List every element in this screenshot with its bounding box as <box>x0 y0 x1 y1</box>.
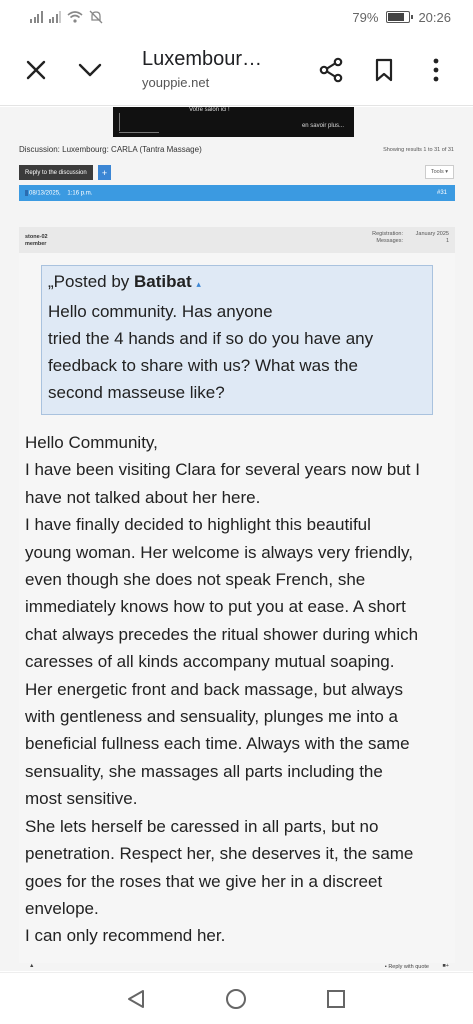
home-circle-icon[interactable] <box>222 985 250 1013</box>
multi-quote-icon[interactable]: ■+ <box>442 963 449 969</box>
quote-prefix: Posted by <box>53 272 130 291</box>
message-line: I have been visiting Clara for several y… <box>25 460 420 480</box>
report-warning-icon[interactable]: ▲ <box>29 963 34 969</box>
quote-line: Hello community. Has anyone <box>48 302 273 321</box>
messages-value: 1 <box>445 238 449 244</box>
post-spacer <box>19 201 455 227</box>
view-post-arrow-icon[interactable]: ▴ <box>196 279 201 289</box>
status-bar: 79% 20:26 <box>0 0 473 34</box>
quote-bubble-icon: ▪ <box>384 964 387 970</box>
quote-line: second masseuse like? <box>48 383 225 402</box>
quote-line: feedback to share with us? What was the <box>48 356 358 375</box>
quote-text: Hello community. Has anyone tried the 4 … <box>48 298 432 406</box>
page-title: Luxembour… <box>142 48 263 70</box>
recents-square-icon[interactable] <box>322 985 350 1013</box>
message-line: most sensitive. <box>25 789 138 809</box>
chevron-down-icon[interactable] <box>72 52 108 88</box>
message-line: I have finally decided to highlight this… <box>25 515 371 535</box>
message-line: even though she does not speak French, s… <box>25 570 366 590</box>
message-line: goes for the roses that we give her in a… <box>25 871 383 891</box>
battery-percent: 79% <box>352 9 379 25</box>
wifi-icon <box>67 11 83 23</box>
ad-banner-link[interactable]: en savoir plus... <box>302 123 344 129</box>
back-triangle-icon[interactable] <box>122 985 150 1013</box>
results-count: Showing results 1 to 31 of 31 <box>383 147 454 153</box>
close-icon[interactable] <box>18 52 54 88</box>
message-line: immediately knows how to put you at ease… <box>25 597 406 617</box>
post-status-icon <box>25 189 28 196</box>
message-line: caresses of all kinds accompany mutual s… <box>25 652 395 672</box>
message-line: envelope. <box>25 898 99 918</box>
message-line: with gentleness and sensuality, plunges … <box>25 707 398 727</box>
message-line: chat always precedes the ritual shower d… <box>25 624 419 644</box>
message-line: penetration. Respect her, she deserves i… <box>25 844 414 864</box>
page-title-block[interactable]: Luxembour… youppie.net <box>142 48 302 90</box>
system-nav-bar <box>0 972 473 1024</box>
tools-dropdown[interactable]: Tools ▾ <box>424 165 454 179</box>
quote-line: tried the 4 hands and if so do you have … <box>48 329 374 348</box>
post-body: „Posted by Batibat ▴ Hello community. Ha… <box>19 253 455 963</box>
quote-author[interactable]: Batibat <box>134 272 192 291</box>
reply-with-quote-label: Reply with quote <box>388 964 429 970</box>
message-line: beneficial fullness each time. Always wi… <box>25 734 410 754</box>
message-line: have not talked about her here. <box>25 487 261 507</box>
signal-icon <box>30 11 43 23</box>
web-content: Votre salon ici ! en savoir plus... Disc… <box>0 107 473 971</box>
post-message: Hello Community, I have been visiting Cl… <box>25 429 453 950</box>
ad-banner-text: Votre salon ici ! <box>189 107 230 113</box>
registration-value: January 2025 <box>415 231 449 237</box>
message-line: I can only recommend her. <box>25 926 226 946</box>
share-icon[interactable] <box>313 52 349 88</box>
more-vert-icon[interactable] <box>418 52 454 88</box>
message-line: sensuality, she massages all parts inclu… <box>25 761 383 781</box>
reply-with-quote-button[interactable]: ▪ Reply with quote <box>385 964 429 970</box>
ad-banner[interactable]: Votre salon ici ! en savoir plus... <box>113 107 354 137</box>
message-line: She lets herself be caressed in all part… <box>25 816 379 836</box>
post-header-bar: 08/13/2025, 1:16 p.m. #31 <box>19 185 455 201</box>
post-footer: ▲ ▪ Reply with quote ■+ <box>19 963 455 971</box>
mute-bell-icon <box>89 10 103 24</box>
signal-icon-2 <box>48 11 61 23</box>
message-line: young woman. Her welcome is always very … <box>25 542 413 562</box>
reply-to-discussion-button[interactable]: Reply to the discussion <box>19 165 93 180</box>
post-user-bar: stone-02 member Registration: January 20… <box>19 227 455 253</box>
post-time: 1:16 p.m. <box>67 190 93 197</box>
quote-block: „Posted by Batibat ▴ Hello community. Ha… <box>41 265 433 415</box>
battery-icon <box>386 11 414 23</box>
post-user-role: member <box>25 241 47 247</box>
post-number[interactable]: #31 <box>437 190 447 196</box>
page-url: youppie.net <box>142 75 210 90</box>
message-line: Hello Community, <box>25 433 158 452</box>
quick-reply-button[interactable]: + <box>98 165 111 180</box>
post-username[interactable]: stone-02 <box>25 234 48 240</box>
message-line: Her energetic front and back massage, bu… <box>25 679 403 699</box>
registration-label: Registration: <box>372 231 403 237</box>
discussion-title: Discussion: Luxembourg: CARLA (Tantra Ma… <box>19 145 202 154</box>
post-date: 08/13/2025, <box>29 190 61 197</box>
messages-label: Messages: <box>376 238 403 244</box>
bookmark-icon[interactable] <box>366 52 402 88</box>
browser-toolbar: Luxembour… youppie.net <box>0 34 473 106</box>
clock: 20:26 <box>418 9 451 25</box>
